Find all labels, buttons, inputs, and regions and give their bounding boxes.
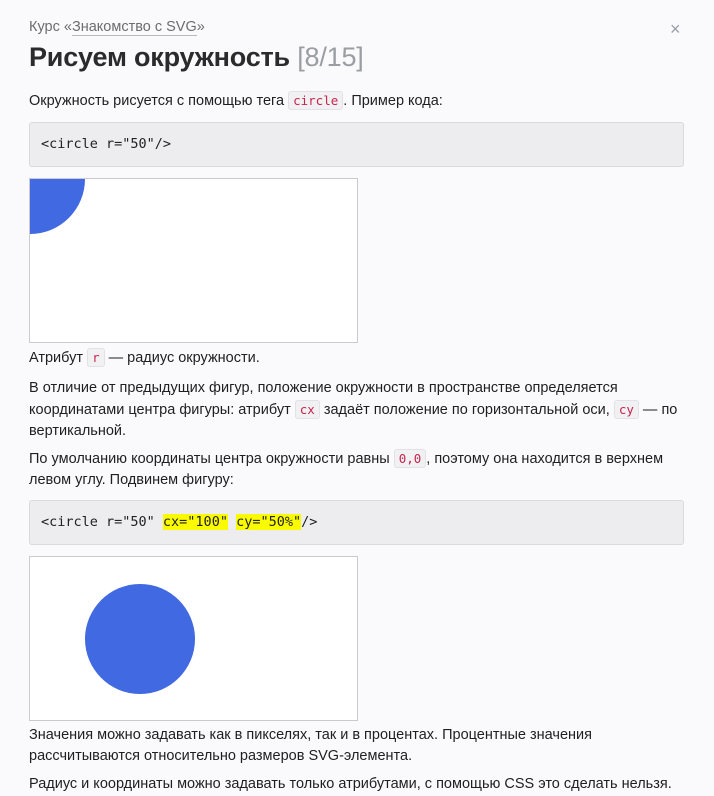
breadcrumb: Курс «Знакомство с SVG»	[29, 19, 205, 36]
code2-space	[228, 514, 236, 530]
lesson-counter: [8/15]	[297, 42, 364, 72]
intro-text-end: . Пример кода:	[343, 93, 443, 109]
course-link[interactable]: Знакомство с SVG	[71, 19, 197, 36]
lesson-panel: × Курс «Знакомство с SVG» Рисуем окружно…	[0, 0, 714, 796]
code2-start: <circle r="50"	[41, 514, 163, 530]
radius-paragraph: Атрибут r — радиус окружности.	[29, 347, 684, 369]
intro-paragraph: Окружность рисуется с помощью тега circl…	[29, 90, 684, 112]
close-icon[interactable]: ×	[670, 20, 681, 38]
inline-code-cx: cx	[294, 400, 320, 419]
code2-end: />	[301, 514, 318, 530]
radius-text: Атрибут	[29, 350, 88, 366]
svg-demo-moved	[29, 556, 358, 721]
position-paragraph: В отличие от предыдущих фигур, положение…	[29, 378, 684, 442]
default-text: По умолчанию координаты центра окружност…	[29, 451, 394, 467]
inline-code-circle: circle	[288, 91, 344, 110]
lesson-title: Рисуем окружность	[29, 42, 290, 72]
inline-code-origin: 0,0	[393, 449, 427, 468]
values-paragraph: Значения можно задавать как в пикселях, …	[29, 727, 593, 764]
circle-moved	[85, 584, 195, 694]
intro-text: Окружность рисуется с помощью тега	[29, 93, 289, 109]
inline-code-cy: cy	[613, 400, 639, 419]
demo-svg-2	[85, 584, 195, 694]
breadcrumb-prefix: Курс «	[29, 19, 72, 35]
breadcrumb-suffix: »	[196, 19, 205, 35]
code-block-basic: <circle r="50"/>	[29, 122, 684, 167]
position-text-2: задаёт положение по горизонтальной оси,	[319, 402, 614, 418]
svg-demo-default	[29, 178, 358, 343]
highlight-cx: cx="100"	[162, 514, 228, 530]
code-block-moved: <circle r="50" cx="100" cy="50%"/>	[29, 500, 684, 545]
page-title: Рисуем окружность [8/15]	[29, 42, 364, 73]
radius-text-end: — радиус окружности.	[104, 350, 260, 366]
circle-default	[30, 179, 85, 234]
highlight-cy: cy="50%"	[236, 514, 302, 530]
last-paragraph: Радиус и координаты можно задавать тольк…	[29, 776, 672, 792]
demo-svg-1	[30, 179, 85, 234]
default-paragraph: По умолчанию координаты центра окружност…	[29, 448, 684, 491]
inline-code-r: r	[87, 348, 105, 367]
